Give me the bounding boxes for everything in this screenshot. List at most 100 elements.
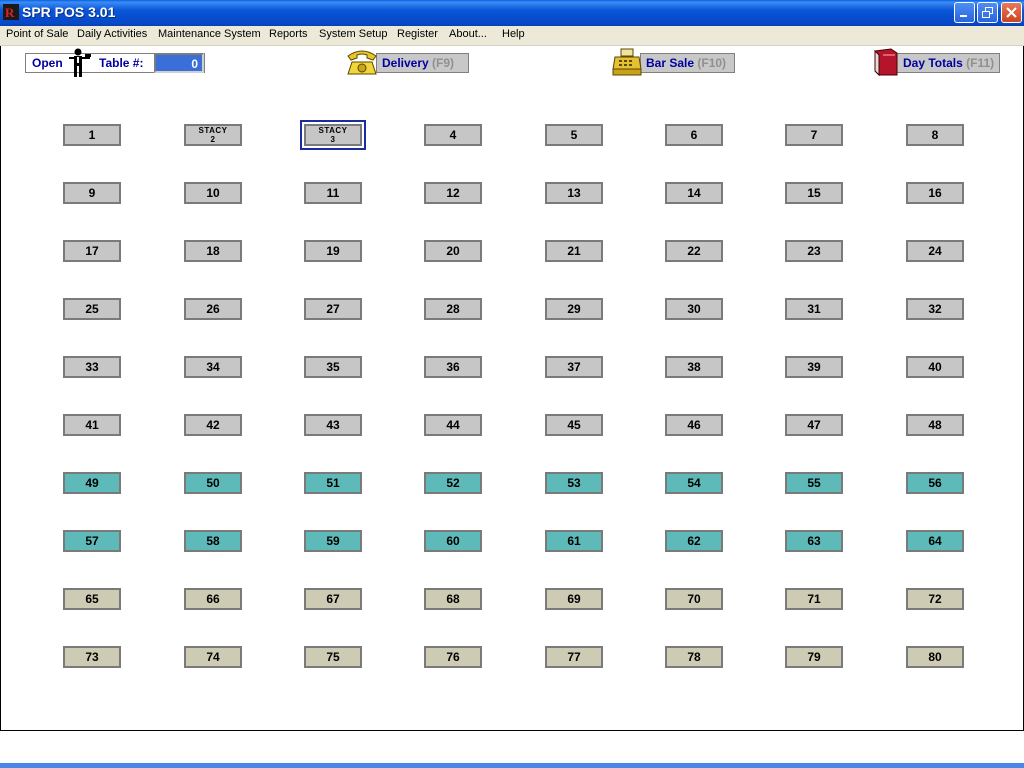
table-3-button[interactable]: STACY 3 (300, 120, 366, 150)
table-62-button[interactable]: 62 (665, 530, 723, 552)
table-22-button[interactable]: 22 (665, 240, 723, 262)
table-63-button[interactable]: 63 (785, 530, 843, 552)
table-69-button[interactable]: 69 (545, 588, 603, 610)
table-23-button[interactable]: 23 (785, 240, 843, 262)
table-server-name: STACY (318, 126, 348, 135)
table-15-button[interactable]: 15 (785, 182, 843, 204)
menu-reports[interactable]: Reports (269, 28, 308, 40)
table-11-button[interactable]: 11 (304, 182, 362, 204)
table-32-button[interactable]: 32 (906, 298, 964, 320)
table-29-button[interactable]: 29 (545, 298, 603, 320)
table-66-button[interactable]: 66 (184, 588, 242, 610)
table-1-button[interactable]: 1 (63, 124, 121, 146)
table-2-button[interactable]: STACY 2 (184, 124, 242, 146)
menu-register[interactable]: Register (397, 28, 438, 40)
close-button[interactable] (1001, 2, 1022, 23)
table-78-button[interactable]: 78 (665, 646, 723, 668)
table-52-button[interactable]: 52 (424, 472, 482, 494)
table-8-button[interactable]: 8 (906, 124, 964, 146)
table-19-button[interactable]: 19 (304, 240, 362, 262)
table-7-button[interactable]: 7 (785, 124, 843, 146)
table-51-button[interactable]: 51 (304, 472, 362, 494)
table-20-button[interactable]: 20 (424, 240, 482, 262)
table-17-button[interactable]: 17 (63, 240, 121, 262)
table-number: 79 (807, 649, 821, 664)
table-37-button[interactable]: 37 (545, 356, 603, 378)
table-77-button[interactable]: 77 (545, 646, 603, 668)
restore-button[interactable] (977, 2, 998, 23)
menu-maintenance-system[interactable]: Maintenance System (158, 28, 261, 40)
table-80-button[interactable]: 80 (906, 646, 964, 668)
table-72-button[interactable]: 72 (906, 588, 964, 610)
table-5-button[interactable]: 5 (545, 124, 603, 146)
table-58-button[interactable]: 58 (184, 530, 242, 552)
table-76-button[interactable]: 76 (424, 646, 482, 668)
table-75-button[interactable]: 75 (304, 646, 362, 668)
table-33-button[interactable]: 33 (63, 356, 121, 378)
table-27-button[interactable]: 27 (304, 298, 362, 320)
table-44-button[interactable]: 44 (424, 414, 482, 436)
table-41-button[interactable]: 41 (63, 414, 121, 436)
table-14-button[interactable]: 14 (665, 182, 723, 204)
table-48-button[interactable]: 48 (906, 414, 964, 436)
table-61-button[interactable]: 61 (545, 530, 603, 552)
menu-system-setup[interactable]: System Setup (319, 28, 387, 40)
table-42-button[interactable]: 42 (184, 414, 242, 436)
minimize-button[interactable] (954, 2, 975, 23)
table-35-button[interactable]: 35 (304, 356, 362, 378)
table-26-button[interactable]: 26 (184, 298, 242, 320)
table-number: 63 (807, 533, 821, 548)
table-number-input[interactable]: 0 (154, 53, 204, 73)
table-55-button[interactable]: 55 (785, 472, 843, 494)
table-9-button[interactable]: 9 (63, 182, 121, 204)
table-56-button[interactable]: 56 (906, 472, 964, 494)
table-16-button[interactable]: 16 (906, 182, 964, 204)
menu-daily-activities[interactable]: Daily Activities (77, 28, 147, 40)
table-67-button[interactable]: 67 (304, 588, 362, 610)
table-68-button[interactable]: 68 (424, 588, 482, 610)
table-59-button[interactable]: 59 (304, 530, 362, 552)
table-number: 2 (210, 135, 216, 144)
table-71-button[interactable]: 71 (785, 588, 843, 610)
table-25-button[interactable]: 25 (63, 298, 121, 320)
menu-point-of-sale[interactable]: Point of Sale (6, 28, 68, 40)
table-54-button[interactable]: 54 (665, 472, 723, 494)
bar-sale-button[interactable]: Bar Sale (F10) (640, 53, 735, 73)
table-6-button[interactable]: 6 (665, 124, 723, 146)
day-totals-button[interactable]: Day Totals (F11) (896, 53, 1000, 73)
table-24-button[interactable]: 24 (906, 240, 964, 262)
table-4-button[interactable]: 4 (424, 124, 482, 146)
table-12-button[interactable]: 12 (424, 182, 482, 204)
table-49-button[interactable]: 49 (63, 472, 121, 494)
table-47-button[interactable]: 47 (785, 414, 843, 436)
table-70-button[interactable]: 70 (665, 588, 723, 610)
table-31-button[interactable]: 31 (785, 298, 843, 320)
menu-help[interactable]: Help (502, 28, 525, 40)
table-10-button[interactable]: 10 (184, 182, 242, 204)
table-53-button[interactable]: 53 (545, 472, 603, 494)
table-21-button[interactable]: 21 (545, 240, 603, 262)
table-38-button[interactable]: 38 (665, 356, 723, 378)
table-40-button[interactable]: 40 (906, 356, 964, 378)
table-46-button[interactable]: 46 (665, 414, 723, 436)
table-39-button[interactable]: 39 (785, 356, 843, 378)
table-79-button[interactable]: 79 (785, 646, 843, 668)
table-18-button[interactable]: 18 (184, 240, 242, 262)
table-43-button[interactable]: 43 (304, 414, 362, 436)
delivery-button[interactable]: Delivery (F9) (376, 53, 469, 73)
title-bar[interactable]: R SPR POS 3.01 (0, 0, 1024, 26)
table-57-button[interactable]: 57 (63, 530, 121, 552)
table-74-button[interactable]: 74 (184, 646, 242, 668)
menu-about[interactable]: About... (449, 28, 487, 40)
table-13-button[interactable]: 13 (545, 182, 603, 204)
table-50-button[interactable]: 50 (184, 472, 242, 494)
table-36-button[interactable]: 36 (424, 356, 482, 378)
table-28-button[interactable]: 28 (424, 298, 482, 320)
table-45-button[interactable]: 45 (545, 414, 603, 436)
table-60-button[interactable]: 60 (424, 530, 482, 552)
table-64-button[interactable]: 64 (906, 530, 964, 552)
table-34-button[interactable]: 34 (184, 356, 242, 378)
table-65-button[interactable]: 65 (63, 588, 121, 610)
table-73-button[interactable]: 73 (63, 646, 121, 668)
table-30-button[interactable]: 30 (665, 298, 723, 320)
